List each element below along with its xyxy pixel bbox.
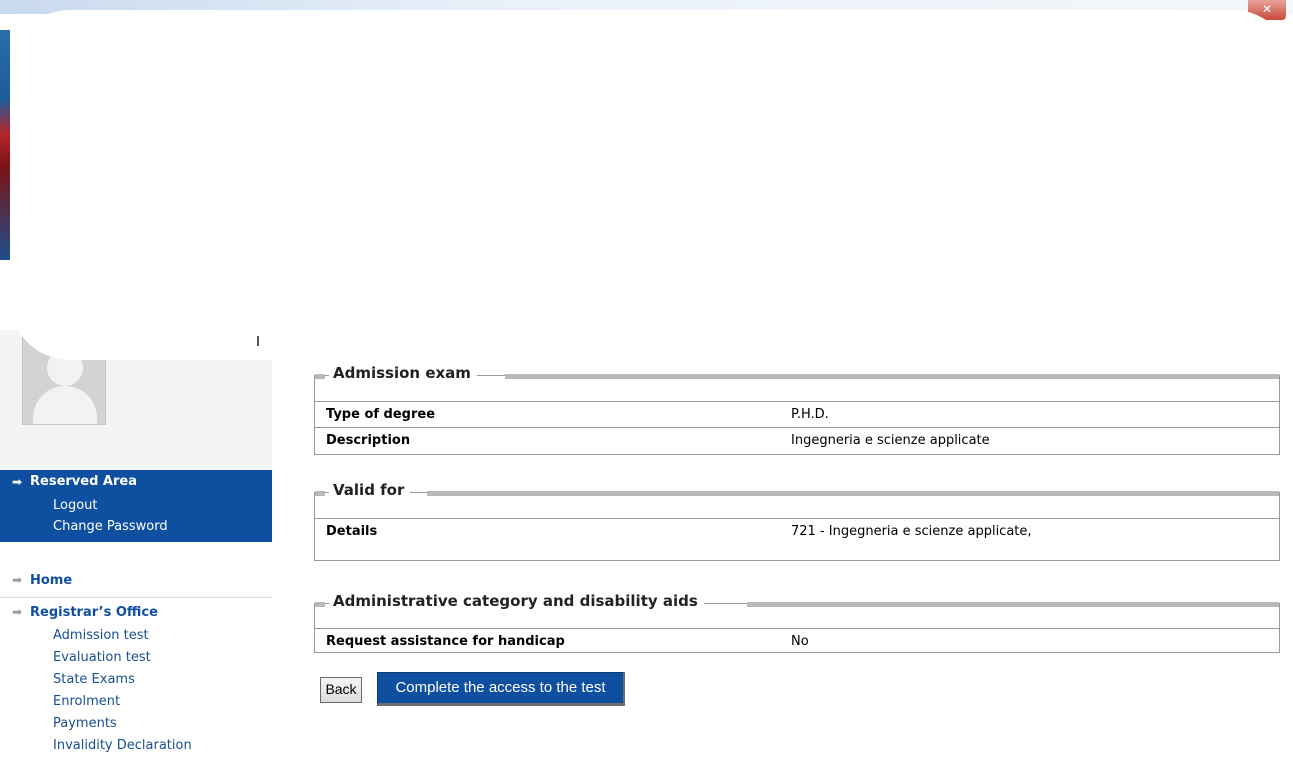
row-value: P.H.D. (791, 407, 829, 422)
sidebar-item-home[interactable]: ➡ Home (0, 572, 272, 598)
registrar-office-link[interactable]: Registrar’s Office (30, 605, 158, 620)
complete-access-button[interactable]: Complete the access to the test (377, 672, 625, 706)
table-row: Request assistance for handicap No (315, 628, 1279, 654)
row-value: No (791, 634, 809, 649)
invalidity-declaration-link[interactable]: Invalidity Declaration (53, 738, 192, 753)
valid-for-section: Valid for Details 721 - Ingegneria e sci… (314, 481, 1280, 561)
reserved-area-menu: ➡ Reserved Area Logout Change Password (0, 470, 272, 542)
table-row: Description Ingegneria e scienze applica… (315, 427, 1279, 453)
row-label: Details (326, 524, 378, 539)
blank-overlay-panel (10, 10, 1293, 360)
section-title: Admission exam (329, 364, 477, 382)
evaluation-test-link[interactable]: Evaluation test (53, 650, 151, 665)
enrolment-link[interactable]: Enrolment (53, 694, 120, 709)
home-link[interactable]: Home (30, 573, 72, 588)
overlay-marker (257, 336, 259, 346)
section-title: Valid for (329, 481, 411, 499)
logout-link[interactable]: Logout (53, 498, 98, 513)
row-label: Description (326, 433, 411, 448)
row-value: Ingegneria e scienze applicate (791, 433, 990, 448)
row-label: Request assistance for handicap (326, 634, 565, 649)
arrow-right-icon: ➡ (12, 475, 23, 489)
table-row: Type of degree P.H.D. (315, 401, 1279, 427)
payments-link[interactable]: Payments (53, 716, 117, 731)
arrow-right-icon: ➡ (12, 605, 23, 619)
change-password-link[interactable]: Change Password (53, 519, 168, 534)
avatar-body-icon (33, 386, 97, 424)
close-icon: ✕ (1261, 2, 1273, 16)
row-value: 721 - Ingegneria e scienze applicate, (791, 524, 1032, 539)
arrow-right-icon: ➡ (12, 573, 23, 587)
back-button[interactable]: Back (320, 677, 362, 703)
section-title: Administrative category and disability a… (329, 592, 704, 610)
admission-test-link[interactable]: Admission test (53, 628, 149, 643)
row-label: Type of degree (326, 407, 436, 422)
table-row: Details 721 - Ingegneria e scienze appli… (315, 518, 1279, 561)
state-exams-link[interactable]: State Exams (53, 672, 135, 687)
overlay-panel-tail (120, 330, 260, 346)
admission-exam-section: Admission exam Type of degree P.H.D. Des… (314, 364, 1280, 455)
background-logo-edge (0, 30, 10, 260)
reserved-area-title[interactable]: Reserved Area (30, 474, 137, 489)
administrative-category-section: Administrative category and disability a… (314, 592, 1280, 654)
